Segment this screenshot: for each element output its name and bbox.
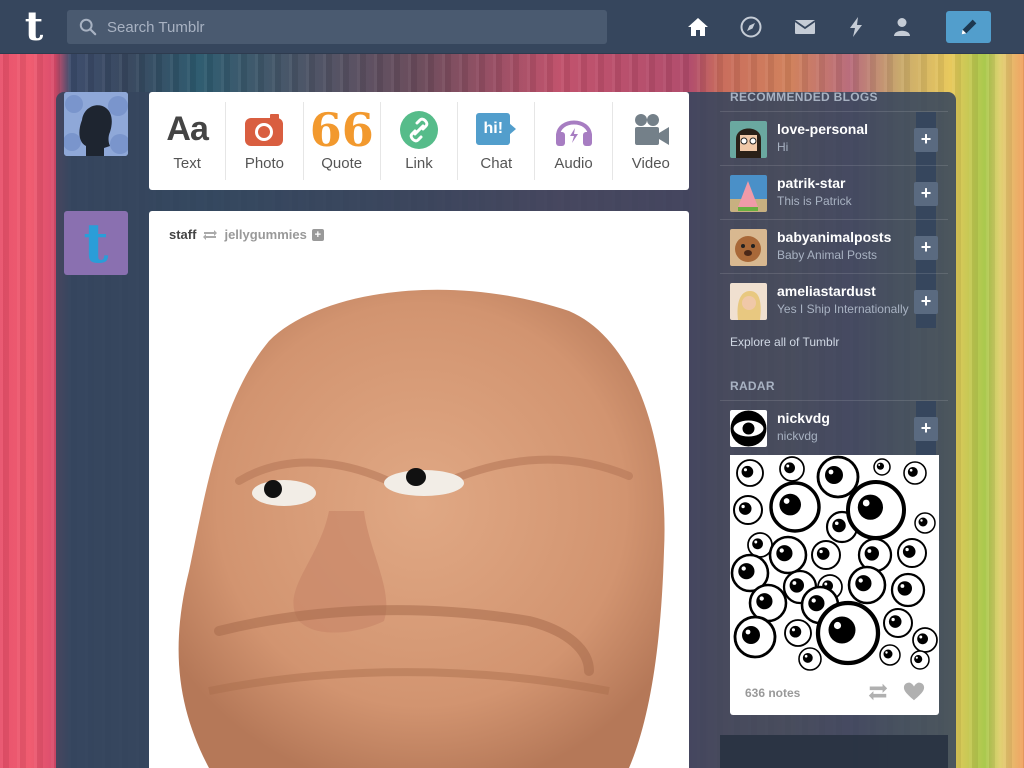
recommended-blog[interactable]: babyanimalposts Baby Animal Posts + [720, 219, 948, 274]
post-type-quote[interactable]: 66 Quote [304, 102, 381, 180]
follow-button[interactable]: + [914, 290, 938, 314]
reblog-icon[interactable] [867, 681, 889, 703]
blog-name: patrik-star [777, 175, 846, 191]
recommended-blog[interactable]: love-personal Hi + [720, 111, 948, 166]
post-type-label: Chat [480, 154, 513, 172]
post-header: staff jellygummies + [169, 227, 324, 242]
post-type-photo[interactable]: Photo [226, 102, 304, 180]
post-actions [867, 681, 925, 703]
post-photo[interactable] [149, 251, 689, 768]
notes-count[interactable]: 636 notes [745, 686, 800, 700]
explore-icon[interactable] [736, 12, 766, 42]
blog-avatar [730, 121, 767, 158]
follow-button[interactable]: + [914, 417, 938, 441]
radar-photo[interactable] [730, 455, 939, 673]
post-type-audio[interactable]: Audio [535, 102, 613, 180]
tumblr-logo[interactable]: t [14, 6, 54, 48]
post-type-label: Quote [321, 154, 363, 172]
blog-description: This is Patrick [777, 194, 852, 208]
post-author[interactable]: staff [169, 227, 196, 242]
quote-icon: 66 [309, 102, 374, 157]
blog-avatar [730, 410, 767, 447]
post-type-label: Link [405, 154, 433, 172]
blog-name: nickvdg [777, 410, 830, 426]
post-type-video[interactable]: Video [613, 102, 689, 180]
blog-avatar [730, 229, 767, 266]
top-navbar: t [0, 0, 1024, 54]
follow-button[interactable]: + [914, 236, 938, 260]
video-camera-icon [631, 111, 671, 149]
chat-icon: hi! [476, 111, 517, 149]
post-type-text[interactable]: Aa Text [149, 102, 227, 180]
search-input[interactable] [107, 18, 587, 36]
home-icon[interactable] [683, 12, 713, 42]
blog-name: babyanimalposts [777, 229, 892, 245]
blog-description: Baby Animal Posts [777, 248, 878, 262]
post-type-label: Text [173, 154, 201, 172]
search-bar[interactable] [67, 10, 607, 44]
post-type-label: Photo [244, 154, 285, 172]
post-type-chat[interactable]: hi! Chat [458, 102, 536, 180]
staff-logo: t [83, 211, 109, 275]
recommended-blog[interactable]: patrik-star This is Patrick + [720, 165, 948, 220]
post-type-bar: Aa Text Photo 66 Quote Link hi! Chat Aud… [149, 92, 689, 190]
post-type-label: Video [631, 154, 670, 172]
compose-button[interactable] [946, 11, 991, 43]
text-icon: Aa [166, 110, 208, 148]
follow-button-small[interactable]: + [311, 228, 324, 241]
reblog-icon [203, 229, 218, 240]
recommended-blogs-title: RECOMMENDED BLOGS [730, 90, 878, 104]
search-icon [79, 18, 97, 36]
next-radar-card [720, 735, 948, 768]
dashboard-post: staff jellygummies + [149, 211, 689, 768]
reblogged-from[interactable]: jellygummies [224, 227, 306, 242]
radar-title: RADAR [730, 379, 775, 393]
post-type-link[interactable]: Link [381, 102, 459, 180]
blog-avatar [730, 283, 767, 320]
staff-avatar[interactable]: t [64, 211, 128, 275]
activity-icon[interactable] [841, 12, 871, 42]
follow-button[interactable]: + [914, 182, 938, 206]
follow-button[interactable]: + [914, 128, 938, 152]
camera-icon [244, 111, 284, 149]
blog-name: ameliastardust [777, 283, 876, 299]
recommended-blog[interactable]: ameliastardust Yes I Ship Internationall… [720, 273, 948, 328]
blog-description: nickvdg [777, 429, 818, 443]
blog-description: Hi [777, 140, 789, 154]
headphones-icon [554, 111, 594, 149]
radar-post: 636 notes [730, 455, 939, 715]
inbox-icon[interactable] [790, 12, 820, 42]
radar-blog[interactable]: nickvdg nickvdg + [720, 400, 948, 455]
blog-description: Yes I Ship Internationally [777, 302, 909, 316]
account-icon[interactable] [887, 12, 917, 42]
heart-icon[interactable] [903, 681, 925, 703]
explore-link[interactable]: Explore all of Tumblr [730, 335, 839, 349]
pencil-icon [961, 19, 976, 35]
post-type-label: Audio [554, 154, 593, 172]
blog-avatar [730, 175, 767, 212]
link-icon [399, 110, 438, 149]
blog-name: love-personal [777, 121, 869, 137]
my-avatar[interactable] [64, 92, 128, 156]
